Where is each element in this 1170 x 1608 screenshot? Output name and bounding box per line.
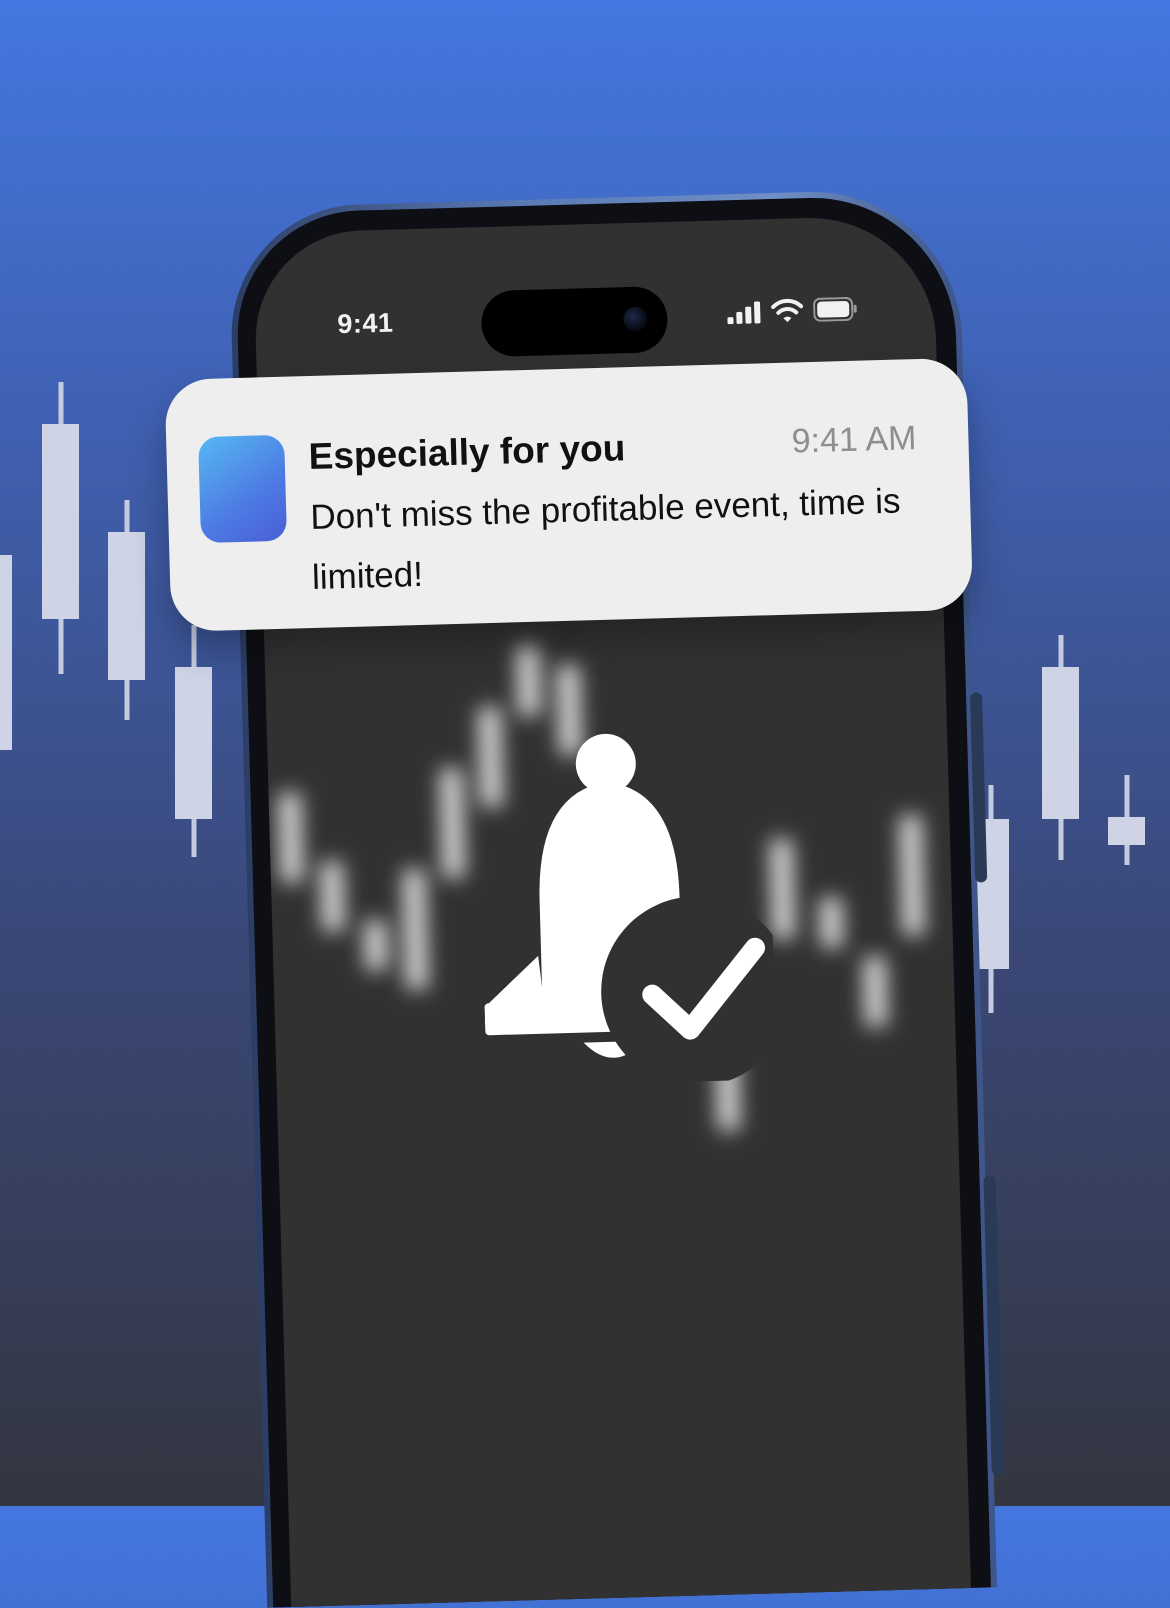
notification-time: 9:41 AM [791, 419, 917, 461]
push-notification[interactable]: Especially for you 9:41 AM Don't miss th… [164, 357, 974, 632]
candle [42, 382, 79, 674]
candle [1042, 635, 1079, 860]
candle [1108, 775, 1145, 865]
candle [175, 625, 212, 857]
candle [108, 500, 145, 720]
candle [0, 555, 12, 750]
bell-check-icon [484, 733, 777, 1087]
notification-title: Especially for you [308, 427, 626, 478]
notification-message: Don't miss the profitable event, time is… [309, 481, 901, 597]
app-icon [198, 434, 288, 544]
